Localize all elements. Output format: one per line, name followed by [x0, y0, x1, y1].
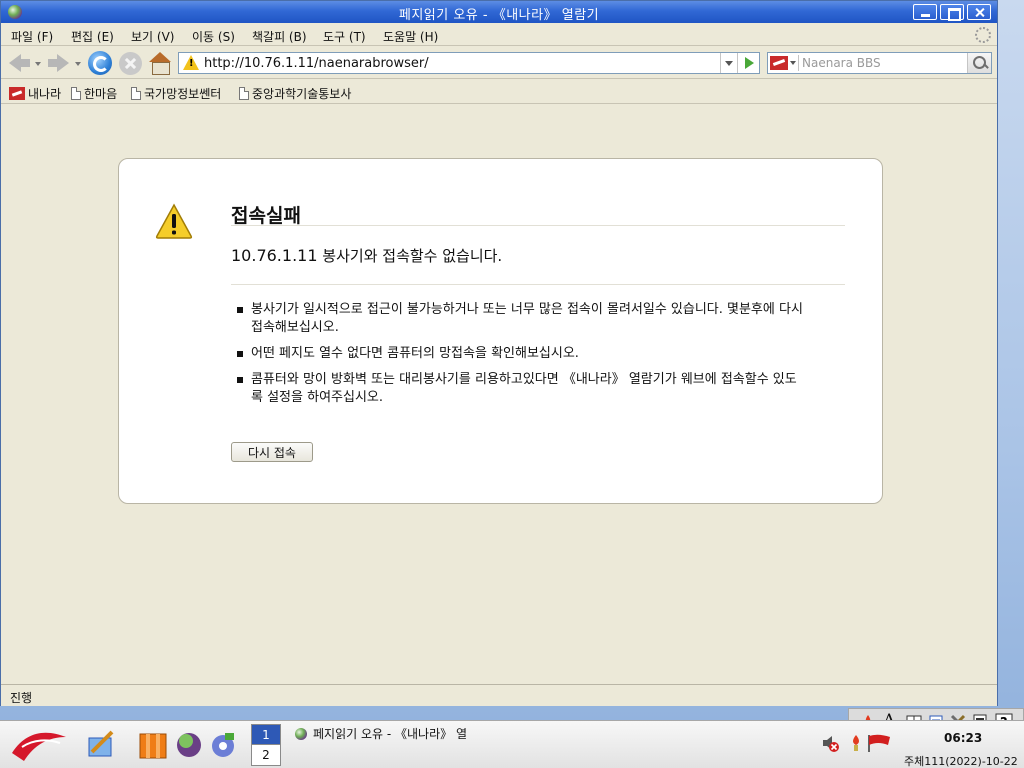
status-bar: 진행: [1, 684, 997, 706]
menu-help[interactable]: 도움말 (H): [383, 28, 438, 45]
workspace-pager: 1 2: [251, 724, 281, 766]
window-title: 페지읽기 오유 - 《내나라》 열람기: [398, 8, 600, 23]
menu-tools[interactable]: 도구 (T): [323, 28, 366, 45]
error-hints: 봉사기가 일시적으로 접근이 불가능하거나 또는 너무 많은 접속이 몰려서일수…: [237, 301, 807, 415]
search-separator: [798, 55, 799, 71]
hint-item: 콤퓨터와 망이 방화벽 또는 대리봉사기를 리용하고있다면 《내나라》 열람기가…: [237, 371, 807, 407]
forward-history-dropdown-icon[interactable]: [75, 62, 81, 66]
menu-view[interactable]: 보기 (V): [131, 28, 174, 45]
bookmark-label: 내나라: [28, 87, 62, 101]
date: 주체111(2022)-10-22: [904, 755, 1018, 768]
warning-icon: !: [183, 55, 199, 70]
menu-edit[interactable]: 편집 (E): [71, 28, 114, 45]
warning-icon: [155, 203, 193, 239]
error-subtitle-text: 봉사기와 접속할수 없습니다.: [322, 247, 503, 265]
bookmark-central-science-news[interactable]: 중앙과학기술통보사: [239, 85, 351, 102]
browser-globe-icon: [295, 728, 307, 740]
hint-item: 어떤 페지도 열수 없다면 콤퓨터의 망접속을 확인해보십시오.: [237, 345, 807, 363]
bookmark-label: 국가망정보쎈터: [144, 87, 222, 101]
back-history-dropdown-icon[interactable]: [35, 62, 41, 66]
bookmark-naenara[interactable]: 내나라: [9, 85, 61, 102]
page-icon: [71, 87, 81, 100]
address-bar[interactable]: ! http://10.76.1.11/naenarabrowser/: [178, 52, 760, 74]
page-icon: [131, 87, 141, 100]
naenara-logo-icon: [9, 87, 25, 100]
back-arrow-icon[interactable]: [7, 51, 31, 75]
maximize-button[interactable]: [940, 4, 964, 21]
bookmark-label: 한마음: [84, 87, 118, 101]
file-manager-launcher-icon[interactable]: [138, 730, 168, 760]
close-button[interactable]: [967, 4, 991, 20]
bookmarks-toolbar: 내나라 한마음 국가망정보쎈터 중앙과학기술통보사: [1, 80, 997, 104]
clock: 06:23: [944, 731, 983, 745]
menu-file[interactable]: 파일 (F): [11, 28, 53, 45]
activity-throbber-icon: [975, 27, 991, 43]
bookmark-hanmaum[interactable]: 한마음: [71, 85, 117, 102]
forward-arrow-icon[interactable]: [47, 51, 71, 75]
home-icon[interactable]: [148, 51, 172, 75]
navigation-toolbar: ! http://10.76.1.11/naenarabrowser/ Naen…: [1, 47, 997, 79]
error-panel: 접속실패 10.76.1.11 봉사기와 접속할수 없습니다. 봉사기가 일시적…: [118, 158, 883, 504]
menu-bookmarks[interactable]: 책갈피 (B): [252, 28, 307, 45]
reload-icon[interactable]: [88, 51, 112, 75]
bookmark-national-network-center[interactable]: 국가망정보쎈터: [131, 85, 221, 102]
title-bar[interactable]: 페지읽기 오유 - 《내나라》 열람기: [1, 1, 997, 23]
editor-launcher-icon[interactable]: [86, 730, 116, 760]
retry-button[interactable]: 다시 접속: [231, 442, 313, 462]
search-box[interactable]: Naenara BBS: [767, 52, 992, 74]
menu-go[interactable]: 이동 (S): [192, 28, 235, 45]
divider: [231, 225, 845, 226]
taskbar-window-item[interactable]: 페지읽기 오유 - 《내나라》 열: [295, 725, 495, 745]
menu-bar: 파일 (F) 편집 (E) 보기 (V) 이동 (S) 책갈피 (B) 도구 (…: [1, 24, 997, 46]
media-player-launcher-icon[interactable]: [208, 730, 238, 760]
error-title: 접속실패: [231, 205, 301, 227]
bookmark-label: 중앙과학기술통보사: [252, 87, 352, 101]
magnifier-icon[interactable]: [967, 53, 991, 73]
start-menu-logo-icon[interactable]: [8, 727, 70, 763]
volume-muted-icon[interactable]: [820, 733, 840, 753]
go-arrow-icon[interactable]: [737, 53, 759, 73]
search-placeholder[interactable]: Naenara BBS: [802, 56, 881, 70]
browser-launcher-icon[interactable]: [174, 730, 204, 760]
status-text: 진행: [10, 691, 33, 705]
server-ip: 10.76.1.11: [231, 246, 318, 265]
url-history-dropdown-icon[interactable]: [720, 53, 736, 73]
url-text[interactable]: http://10.76.1.11/naenarabrowser/: [204, 56, 429, 71]
error-subtitle: 10.76.1.11 봉사기와 접속할수 없습니다.: [231, 245, 502, 266]
flag-icon[interactable]: [866, 733, 892, 753]
torch-icon[interactable]: [846, 733, 866, 753]
hint-item: 봉사기가 일시적으로 접근이 불가능하거나 또는 너무 많은 접속이 몰려서일수…: [237, 301, 807, 337]
browser-window: 페지읽기 오유 - 《내나라》 열람기 파일 (F) 편집 (E) 보기 (V)…: [0, 0, 998, 706]
workspace-1[interactable]: 1: [252, 725, 280, 745]
page-icon: [239, 87, 249, 100]
minimize-button[interactable]: [913, 4, 937, 20]
stop-icon[interactable]: [119, 52, 142, 75]
page-content: 접속실패 10.76.1.11 봉사기와 접속할수 없습니다. 봉사기가 일시적…: [2, 105, 996, 683]
search-engine-icon[interactable]: [770, 56, 788, 70]
workspace-2[interactable]: 2: [252, 746, 280, 765]
divider: [231, 284, 845, 285]
engine-dropdown-icon[interactable]: [790, 61, 796, 65]
task-title: 페지읽기 오유 - 《내나라》 열: [313, 727, 467, 741]
